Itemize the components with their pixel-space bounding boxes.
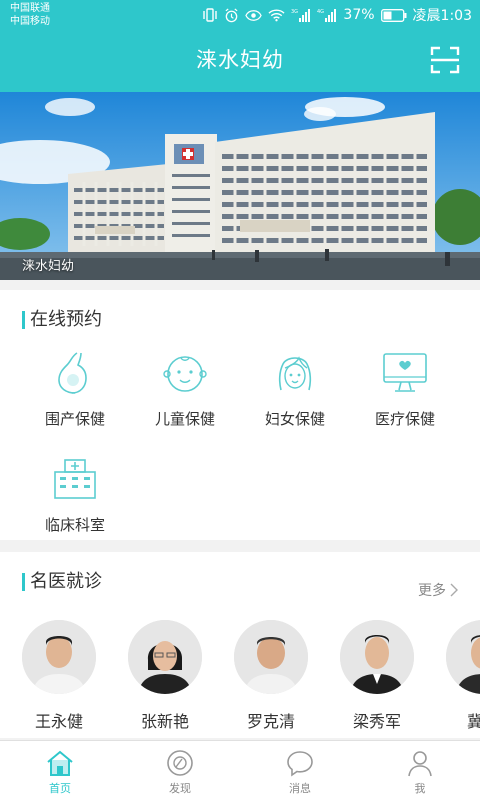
tab-label: 消息 xyxy=(289,782,311,795)
banner-caption: 涞水妇幼 xyxy=(22,259,75,274)
doctor-card[interactable]: 王永健 xyxy=(14,620,104,732)
svg-text:4G: 4G xyxy=(317,9,324,15)
tab-me[interactable]: 我 xyxy=(360,741,480,800)
doctor-avatar xyxy=(446,620,480,694)
doctor-list: 王永健 张新艳 罗克清 梁秀军 冀旺 xyxy=(0,620,480,738)
signal-3g-icon: 3G xyxy=(291,9,311,22)
chevron-right-icon xyxy=(450,583,458,597)
carrier-2: 中国移动 xyxy=(10,16,50,27)
online-booking-section: 在线预约 围产保健 儿童保健 妇女保健 医疗保健 临床科室 xyxy=(0,290,480,540)
more-label: 更多 xyxy=(418,583,446,599)
service-medical-care[interactable]: 医疗保健 xyxy=(350,350,460,429)
chat-bubble-icon xyxy=(287,751,313,777)
wifi-icon xyxy=(268,9,285,22)
service-perinatal-care[interactable]: 围产保健 xyxy=(20,350,130,429)
doctor-name: 冀旺 xyxy=(466,712,480,731)
service-label: 围产保健 xyxy=(44,410,105,428)
doctor-card[interactable]: 梁秀军 xyxy=(332,620,422,732)
tab-label: 我 xyxy=(414,782,426,795)
doctor-name: 罗克清 xyxy=(246,712,295,731)
section-title-online-booking: 在线预约 xyxy=(22,310,102,330)
doctor-avatar xyxy=(22,620,96,694)
famous-doctors-section: 名医就诊 更多 王永健 张新艳 罗克清 梁秀军 冀 xyxy=(0,552,480,738)
hospital-banner[interactable]: 涞水妇幼 xyxy=(0,92,480,280)
tab-messages[interactable]: 消息 xyxy=(240,741,360,800)
bottom-tab-bar: 首页 发现 消息 我 xyxy=(0,740,480,800)
service-label: 妇女保健 xyxy=(264,410,325,428)
service-child-care[interactable]: 儿童保健 xyxy=(130,350,240,429)
child-face-icon xyxy=(163,356,207,392)
doctor-name: 梁秀军 xyxy=(352,712,401,731)
tab-discover[interactable]: 发现 xyxy=(120,741,240,800)
woman-face-icon xyxy=(278,356,312,391)
tab-label: 发现 xyxy=(169,782,191,795)
battery-icon xyxy=(380,8,407,22)
service-clinical-departments[interactable]: 临床科室 xyxy=(20,456,130,535)
battery-percent: 37% xyxy=(343,7,375,23)
status-indicators: 3G 4G 37% 凌晨1:03 xyxy=(202,6,472,24)
vibrate-icon xyxy=(203,8,218,22)
svg-text:3G: 3G xyxy=(291,9,298,15)
doctor-card[interactable]: 罗克清 xyxy=(226,620,316,732)
doctor-card[interactable]: 冀旺 xyxy=(438,620,480,732)
carrier-info: 中国联通 中国移动 xyxy=(10,2,50,28)
more-doctors-link[interactable]: 更多 xyxy=(418,580,458,600)
page-title: 涞水妇幼 xyxy=(196,48,284,72)
pregnancy-icon xyxy=(58,352,87,394)
monitor-heart-icon xyxy=(383,353,427,392)
tab-label: 首页 xyxy=(49,782,71,795)
compass-icon xyxy=(167,750,193,776)
hospital-building-icon xyxy=(54,459,96,499)
doctor-avatar xyxy=(128,620,202,694)
doctor-name: 张新艳 xyxy=(140,712,189,731)
doctor-card[interactable]: 张新艳 xyxy=(120,620,210,732)
scan-icon xyxy=(430,46,460,74)
app-header: 中国联通 中国移动 3G 4G 37% 凌晨1:03 涞水妇幼 xyxy=(0,0,480,92)
doctor-avatar xyxy=(340,620,414,694)
eye-icon xyxy=(245,9,263,21)
person-icon xyxy=(408,751,432,777)
scan-button[interactable] xyxy=(430,46,460,74)
home-icon xyxy=(47,750,73,776)
section-title-famous-doctors: 名医就诊 xyxy=(22,572,102,592)
service-label: 医疗保健 xyxy=(374,410,435,428)
carrier-1: 中国联通 xyxy=(10,3,50,14)
doctor-avatar xyxy=(234,620,308,694)
hospital-building-photo xyxy=(0,92,480,280)
doctor-name: 王永健 xyxy=(34,712,83,731)
tab-home[interactable]: 首页 xyxy=(0,741,120,800)
alarm-icon xyxy=(225,7,238,22)
service-label: 临床科室 xyxy=(44,516,105,534)
clock: 凌晨1:03 xyxy=(412,8,472,24)
service-label: 儿童保健 xyxy=(154,410,215,428)
signal-4g-icon: 4G xyxy=(317,9,337,22)
status-bar: 中国联通 中国移动 3G 4G 37% 凌晨1:03 xyxy=(0,0,480,30)
service-women-care[interactable]: 妇女保健 xyxy=(240,350,350,429)
